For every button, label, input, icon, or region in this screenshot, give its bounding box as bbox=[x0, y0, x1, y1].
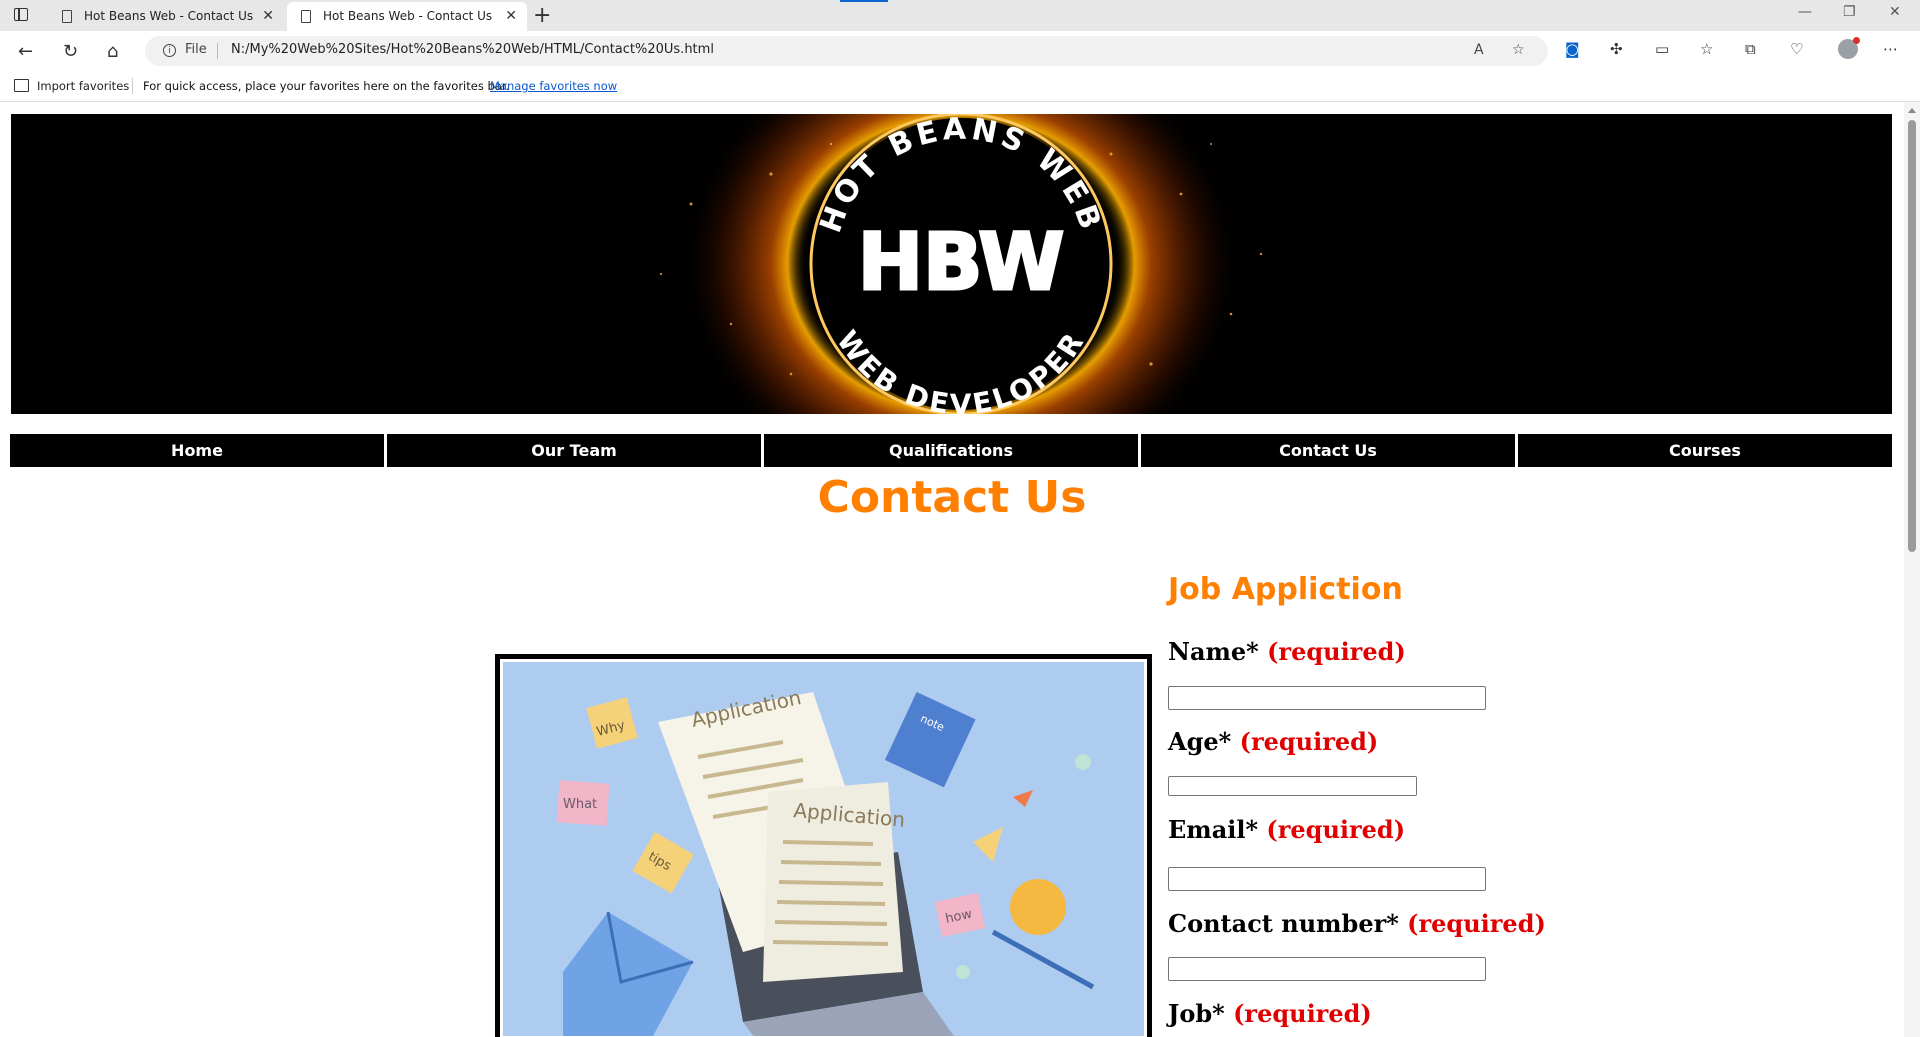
nav-courses[interactable]: Courses bbox=[1518, 434, 1892, 467]
favorites-divider bbox=[132, 78, 133, 94]
form-heading: Job Appliction bbox=[1168, 572, 1403, 607]
import-favorites-button[interactable]: Import favorites bbox=[14, 79, 129, 93]
cat-sticker bbox=[1010, 879, 1066, 935]
tab-actions-icon[interactable] bbox=[14, 8, 28, 21]
favorites-message: For quick access, place your favorites h… bbox=[143, 79, 510, 93]
url-text[interactable]: N:/My%20Web%20Sites/Hot%20Beans%20Web/HT… bbox=[231, 42, 714, 57]
extensions-puzzle-icon[interactable]: ✣ bbox=[1610, 40, 1623, 58]
page-icon bbox=[62, 10, 72, 23]
collections-icon[interactable]: ⧉ bbox=[1745, 40, 1756, 58]
favorites-icon[interactable]: ☆ bbox=[1700, 40, 1713, 58]
favorite-star-icon[interactable]: ☆ bbox=[1512, 42, 1525, 58]
profile-avatar[interactable] bbox=[1838, 37, 1860, 59]
scheme-label: File bbox=[185, 42, 207, 57]
page-icon bbox=[301, 10, 311, 23]
drag-region-indicator bbox=[840, 0, 888, 2]
sticky-what-text: What bbox=[563, 797, 597, 812]
job-label-text: Job* bbox=[1168, 999, 1225, 1028]
age-label: Age* (required) bbox=[1168, 727, 1378, 756]
logo-center-text: HBW bbox=[858, 218, 1065, 308]
email-label: Email* (required) bbox=[1168, 815, 1405, 844]
contact-number-required: (required) bbox=[1407, 909, 1546, 938]
nav-home[interactable]: Home bbox=[10, 434, 384, 467]
read-aloud-icon[interactable]: A bbox=[1474, 42, 1484, 58]
nav-contact-us[interactable]: Contact Us bbox=[1141, 434, 1515, 467]
refresh-icon[interactable]: ↻ bbox=[63, 41, 78, 62]
import-favorites-label: Import favorites bbox=[37, 79, 130, 93]
extension-icon[interactable]: ◙ bbox=[1565, 40, 1580, 58]
browser-tab-2[interactable]: Hot Beans Web - Contact Us ✕ bbox=[287, 2, 527, 31]
contact-number-label: Contact number* (required) bbox=[1168, 909, 1546, 938]
close-tab-icon[interactable]: ✕ bbox=[262, 2, 274, 31]
close-window-icon[interactable]: ✕ bbox=[1889, 4, 1901, 20]
back-icon[interactable]: ← bbox=[18, 41, 33, 62]
job-required: (required) bbox=[1233, 999, 1372, 1028]
address-bar-row: ← ↻ ⌂ i File N:/My%20Web%20Sites/Hot%20B… bbox=[0, 31, 1920, 71]
browser-essentials-icon[interactable]: ♡ bbox=[1790, 40, 1803, 58]
more-options-icon[interactable]: ⋯ bbox=[1883, 40, 1898, 58]
home-icon[interactable]: ⌂ bbox=[107, 41, 118, 62]
name-required: (required) bbox=[1267, 637, 1406, 666]
age-required: (required) bbox=[1239, 727, 1379, 756]
email-label-text: Email* bbox=[1168, 815, 1259, 844]
main-nav: Home Our Team Qualifications Contact Us … bbox=[10, 434, 1892, 467]
age-label-text: Age* bbox=[1168, 727, 1232, 756]
page-title: Contact Us bbox=[817, 472, 1087, 523]
application-image: Application Application Why What tips ho… bbox=[503, 662, 1144, 1036]
import-icon bbox=[14, 79, 29, 92]
address-bar[interactable]: i File N:/My%20Web%20Sites/Hot%20Beans%2… bbox=[145, 36, 1548, 66]
contact-number-label-text: Contact number* bbox=[1168, 909, 1399, 938]
close-tab-icon[interactable]: ✕ bbox=[505, 2, 517, 31]
scrollbar-thumb[interactable] bbox=[1908, 120, 1916, 552]
age-field[interactable] bbox=[1168, 776, 1417, 796]
scroll-up-icon[interactable] bbox=[1908, 108, 1916, 113]
cast-icon[interactable]: ▭ bbox=[1655, 40, 1669, 58]
application-illustration: Application Application Why What tips ho… bbox=[495, 654, 1152, 1037]
info-icon[interactable]: i bbox=[163, 44, 176, 57]
name-label-text: Name* bbox=[1168, 637, 1259, 666]
restore-icon[interactable]: ❐ bbox=[1843, 4, 1856, 20]
nav-qualifications[interactable]: Qualifications bbox=[764, 434, 1138, 467]
manage-favorites-link[interactable]: Manage favorites now bbox=[490, 79, 617, 93]
email-field[interactable] bbox=[1168, 867, 1486, 891]
name-label: Name* (required) bbox=[1168, 637, 1406, 666]
tab-title: Hot Beans Web - Contact Us bbox=[323, 9, 493, 23]
browser-tab-bar: Hot Beans Web - Contact Us ✕ Hot Beans W… bbox=[0, 0, 1920, 31]
hbw-logo: HOT BEANS WEB HBW WEB DEVELOPER bbox=[531, 114, 1391, 414]
page-scrollbar[interactable] bbox=[1904, 102, 1920, 1037]
site-banner: HOT BEANS WEB HBW WEB DEVELOPER bbox=[11, 114, 1892, 414]
browser-tab-1[interactable]: Hot Beans Web - Contact Us ✕ bbox=[48, 2, 284, 31]
email-required: (required) bbox=[1266, 815, 1406, 844]
favorites-bar: Import favorites For quick access, place… bbox=[0, 71, 1920, 102]
contact-number-field[interactable] bbox=[1168, 957, 1486, 981]
address-divider bbox=[217, 43, 218, 59]
nav-our-team[interactable]: Our Team bbox=[387, 434, 761, 467]
name-field[interactable] bbox=[1168, 686, 1486, 710]
tab-title: Hot Beans Web - Contact Us bbox=[84, 9, 254, 23]
new-tab-icon[interactable]: + bbox=[533, 3, 551, 28]
job-label: Job* (required) bbox=[1168, 999, 1372, 1028]
page-viewport: HOT BEANS WEB HBW WEB DEVELOPER Home Our… bbox=[0, 102, 1904, 1037]
minimize-icon[interactable]: — bbox=[1798, 4, 1812, 20]
